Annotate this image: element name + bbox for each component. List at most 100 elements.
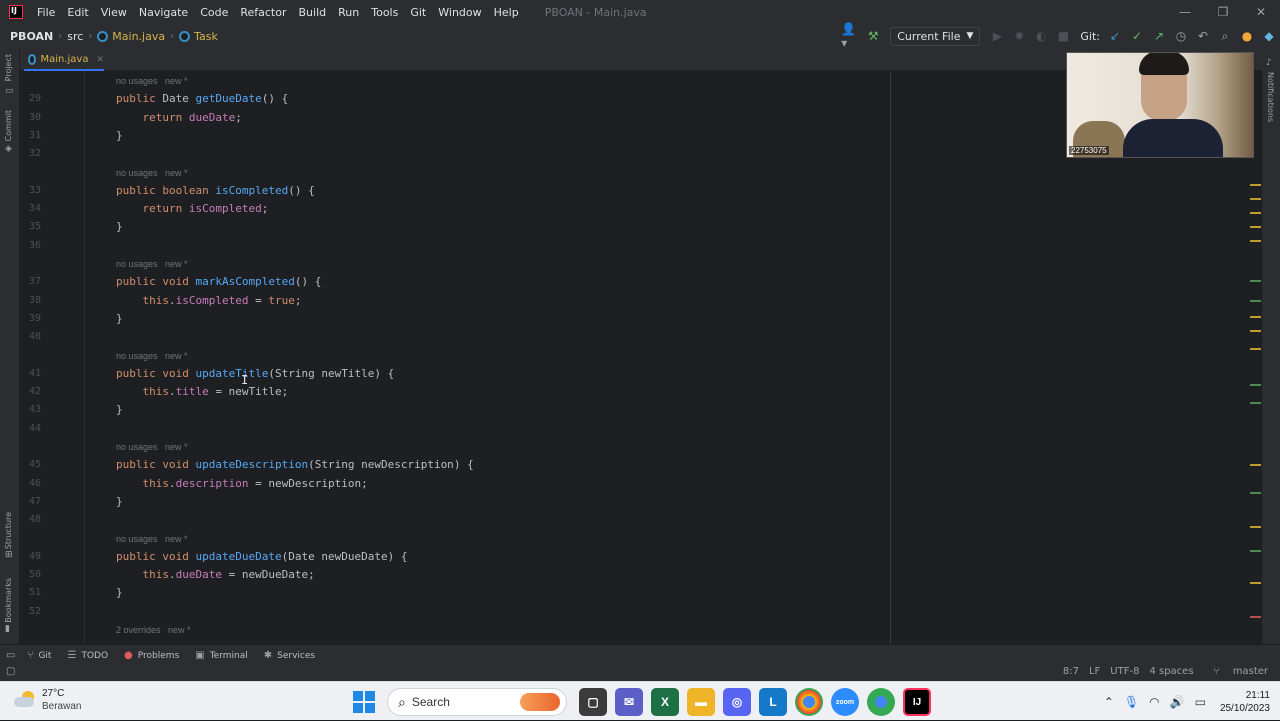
tool-todo[interactable]: ☰ TODO: [67, 650, 108, 661]
zoom-icon[interactable]: zoom: [831, 688, 859, 716]
warning-marker[interactable]: [1250, 212, 1261, 214]
windows-start-icon[interactable]: [353, 691, 375, 713]
structure-icon[interactable]: ⊞: [5, 550, 15, 560]
usages-hint[interactable]: 2 overrides new *: [116, 621, 191, 639]
bookmarks-tool-button[interactable]: Bookmarks: [4, 578, 13, 623]
battery-icon[interactable]: ▭: [1195, 695, 1206, 709]
tool-git[interactable]: ⑂ Git: [27, 650, 51, 661]
git-commit-icon[interactable]: ✓: [1127, 26, 1147, 46]
warning-marker[interactable]: [1250, 526, 1261, 528]
usages-hint[interactable]: no usages new *: [116, 347, 188, 365]
commit-tool-button[interactable]: Commit: [4, 110, 13, 141]
weather-widget[interactable]: 27°C Berawan: [14, 687, 81, 713]
task-view-icon[interactable]: ▢: [579, 688, 607, 716]
warning-marker[interactable]: [1250, 582, 1261, 584]
speaker-icon[interactable]: 🔊: [1170, 695, 1185, 709]
tool-services[interactable]: ✱ Services: [264, 650, 315, 661]
menu-refactor[interactable]: Refactor: [240, 6, 286, 19]
breadcrumb-task[interactable]: Task: [194, 30, 218, 43]
code-text[interactable]: this.isCompleted = true;: [116, 292, 302, 310]
ai-assistant-icon[interactable]: ◆: [1259, 26, 1279, 46]
breadcrumb-project[interactable]: PBOAN: [10, 30, 53, 43]
taskbar-search[interactable]: ⌕ Search: [387, 688, 567, 716]
debug-icon[interactable]: ✹: [1009, 26, 1029, 46]
line-separator[interactable]: LF: [1089, 666, 1100, 677]
menu-window[interactable]: Window: [438, 6, 481, 19]
chrome-icon[interactable]: [795, 688, 823, 716]
tool-problems[interactable]: ● Problems: [124, 650, 179, 661]
warning-marker[interactable]: [1250, 184, 1261, 186]
microphone-icon[interactable]: 🎙: [1124, 695, 1139, 709]
close-icon[interactable]: ✕: [1242, 0, 1280, 24]
bookmark-icon[interactable]: ▮: [5, 624, 15, 634]
chevron-up-icon[interactable]: ⌃: [1104, 695, 1114, 709]
usages-hint[interactable]: no usages new *: [116, 530, 188, 548]
menu-navigate[interactable]: Navigate: [139, 6, 188, 19]
warning-marker[interactable]: [1250, 348, 1261, 350]
change-marker[interactable]: [1250, 492, 1261, 494]
warning-marker[interactable]: [1250, 240, 1261, 242]
notifications-tool-button[interactable]: Notifications: [1266, 72, 1275, 122]
menu-help[interactable]: Help: [494, 6, 519, 19]
restore-icon[interactable]: ❐: [1204, 0, 1242, 24]
menu-view[interactable]: View: [101, 6, 127, 19]
code-text[interactable]: public void updateDueDate(Date newDueDat…: [116, 548, 407, 566]
discord-icon[interactable]: ◎: [723, 688, 751, 716]
menu-build[interactable]: Build: [299, 6, 327, 19]
menu-code[interactable]: Code: [200, 6, 228, 19]
code-text[interactable]: public void updateDescription(String new…: [116, 456, 474, 474]
caret-position[interactable]: 8:7: [1063, 666, 1079, 677]
code-text[interactable]: public void markAsCompleted() {: [116, 273, 321, 291]
menu-git[interactable]: Git: [410, 6, 426, 19]
code-text[interactable]: public boolean isCompleted() {: [116, 182, 315, 200]
breadcrumb-main-java[interactable]: Main.java: [112, 30, 165, 43]
user-icon[interactable]: 👤▾: [841, 22, 861, 50]
git-branch-widget[interactable]: ⑂ master: [1204, 666, 1268, 677]
usages-hint[interactable]: no usages new *: [116, 164, 188, 182]
git-push-icon[interactable]: ↗: [1149, 26, 1169, 46]
error-marker[interactable]: [1250, 616, 1261, 618]
error-stripe[interactable]: [1250, 180, 1262, 620]
usages-hint[interactable]: no usages new *: [116, 255, 188, 273]
close-tab-icon[interactable]: ✕: [96, 55, 104, 65]
menu-tools[interactable]: Tools: [371, 6, 398, 19]
project-tool-button[interactable]: Project: [4, 54, 13, 81]
code-text[interactable]: public Date getDueDate() {: [116, 90, 288, 108]
file-encoding[interactable]: UTF-8: [1110, 666, 1139, 677]
code-text[interactable]: this.title = newTitle;: [116, 383, 289, 401]
l-app-icon[interactable]: L: [759, 688, 787, 716]
menu-edit[interactable]: Edit: [67, 6, 88, 19]
clock[interactable]: 21:11 25/10/2023: [1220, 689, 1270, 715]
code-text[interactable]: this.description = newDescription;: [116, 475, 368, 493]
code-text[interactable]: return dueDate;: [116, 109, 242, 127]
change-marker[interactable]: [1250, 384, 1261, 386]
file-explorer-icon[interactable]: ▬: [687, 688, 715, 716]
intellij-logo-icon[interactable]: [9, 5, 23, 19]
notifications-icon[interactable]: ♪: [1266, 58, 1276, 68]
history-icon[interactable]: ◷: [1171, 26, 1191, 46]
git-update-icon[interactable]: ↙: [1105, 26, 1125, 46]
code-text[interactable]: }: [116, 401, 123, 419]
usages-hint[interactable]: no usages new *: [116, 72, 188, 90]
change-marker[interactable]: [1250, 280, 1261, 282]
commit-icon[interactable]: ◈: [5, 144, 15, 154]
code-text[interactable]: this.dueDate = newDueDate;: [116, 566, 315, 584]
layout-icon[interactable]: ▭: [6, 650, 15, 661]
search-icon[interactable]: ⌕: [1215, 26, 1235, 46]
tool-terminal[interactable]: ▣ Terminal: [195, 650, 248, 661]
indent-setting[interactable]: 4 spaces: [1149, 666, 1193, 677]
code-text[interactable]: }: [116, 493, 123, 511]
change-marker[interactable]: [1250, 402, 1261, 404]
rollback-icon[interactable]: ↶: [1193, 26, 1213, 46]
code-text[interactable]: }: [116, 218, 123, 236]
run-config-select[interactable]: Current File ▼: [890, 26, 981, 46]
stop-icon[interactable]: ■: [1053, 26, 1073, 46]
code-text[interactable]: }: [116, 584, 123, 602]
build-hammer-icon[interactable]: ⚒: [863, 26, 883, 46]
coverage-icon[interactable]: ◐: [1031, 26, 1051, 46]
excel-icon[interactable]: X: [651, 688, 679, 716]
structure-tool-button[interactable]: Structure: [4, 512, 13, 549]
chrome-profile-icon[interactable]: [867, 688, 895, 716]
breadcrumb-src[interactable]: src: [67, 30, 83, 43]
code-text[interactable]: public void updateTitle(String newTitle)…: [116, 365, 394, 383]
